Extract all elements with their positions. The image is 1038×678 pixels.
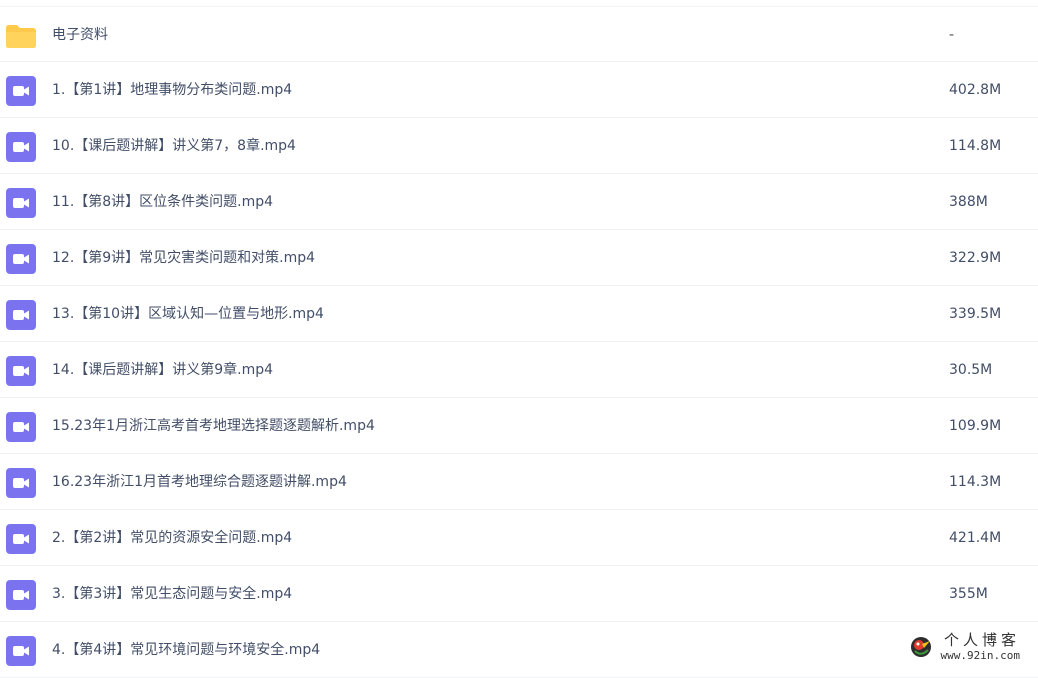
file-size: 114.8M: [949, 138, 1002, 154]
watermark: 个人博客 www.92in.com: [909, 631, 1020, 663]
file-name[interactable]: 16.23年浙江1月首考地理综合题逐题讲解.mp4: [52, 454, 347, 510]
file-row[interactable]: 14.【课后题讲解】讲义第9章.mp4 30.5M: [0, 342, 1038, 398]
file-name[interactable]: 电子资料: [52, 7, 108, 63]
file-row[interactable]: 3.【第3讲】常见生态问题与安全.mp4 355M: [0, 566, 1038, 622]
file-size: 339.5M: [949, 306, 1002, 322]
file-size: 322.9M: [949, 250, 1002, 266]
video-file-icon: [6, 524, 36, 554]
file-row[interactable]: 4.【第4讲】常见环境问题与环境安全.mp4: [0, 622, 1038, 678]
bird-logo-icon: [909, 635, 933, 659]
video-file-icon: [6, 244, 36, 274]
folder-icon: [6, 21, 36, 51]
watermark-text: 个人博客 www.92in.com: [940, 631, 1020, 662]
watermark-title: 个人博客: [943, 631, 1020, 649]
file-name[interactable]: 15.23年1月浙江高考首考地理选择题逐题解析.mp4: [52, 398, 375, 454]
file-name[interactable]: 14.【课后题讲解】讲义第9章.mp4: [52, 342, 273, 398]
file-row[interactable]: 12.【第9讲】常见灾害类问题和对策.mp4 322.9M: [0, 230, 1038, 286]
file-size: 421.4M: [949, 530, 1002, 546]
file-name[interactable]: 2.【第2讲】常见的资源安全问题.mp4: [52, 510, 292, 566]
file-name[interactable]: 10.【课后题讲解】讲义第7，8章.mp4: [52, 118, 296, 174]
file-row[interactable]: 13.【第10讲】区域认知—位置与地形.mp4 339.5M: [0, 286, 1038, 342]
file-name[interactable]: 11.【第8讲】区位条件类问题.mp4: [52, 174, 273, 230]
file-row[interactable]: 11.【第8讲】区位条件类问题.mp4 388M: [0, 174, 1038, 230]
file-name[interactable]: 3.【第3讲】常见生态问题与安全.mp4: [52, 566, 292, 622]
file-size: -: [949, 27, 955, 43]
video-file-icon: [6, 412, 36, 442]
video-file-icon: [6, 468, 36, 498]
file-row-folder[interactable]: 电子资料 -: [0, 6, 1038, 62]
file-name[interactable]: 12.【第9讲】常见灾害类问题和对策.mp4: [52, 230, 315, 286]
file-list: 电子资料 - 1.【第1讲】地理事物分布类问题.mp4 402.8M 10.【课…: [0, 6, 1038, 678]
file-size: 109.9M: [949, 418, 1002, 434]
file-row[interactable]: 10.【课后题讲解】讲义第7，8章.mp4 114.8M: [0, 118, 1038, 174]
file-size: 114.3M: [949, 474, 1002, 490]
file-size: 355M: [949, 586, 988, 602]
file-row[interactable]: 2.【第2讲】常见的资源安全问题.mp4 421.4M: [0, 510, 1038, 566]
file-size: 30.5M: [949, 362, 993, 378]
video-file-icon: [6, 580, 36, 610]
video-file-icon: [6, 76, 36, 106]
file-name[interactable]: 4.【第4讲】常见环境问题与环境安全.mp4: [52, 622, 320, 678]
file-row[interactable]: 16.23年浙江1月首考地理综合题逐题讲解.mp4 114.3M: [0, 454, 1038, 510]
file-name[interactable]: 13.【第10讲】区域认知—位置与地形.mp4: [52, 286, 324, 342]
video-file-icon: [6, 636, 36, 666]
file-name[interactable]: 1.【第1讲】地理事物分布类问题.mp4: [52, 62, 292, 118]
file-size: 402.8M: [949, 82, 1002, 98]
video-file-icon: [6, 132, 36, 162]
video-file-icon: [6, 356, 36, 386]
video-file-icon: [6, 188, 36, 218]
video-file-icon: [6, 300, 36, 330]
watermark-url: www.92in.com: [940, 649, 1020, 662]
file-row[interactable]: 1.【第1讲】地理事物分布类问题.mp4 402.8M: [0, 62, 1038, 118]
file-size: 388M: [949, 194, 988, 210]
file-row[interactable]: 15.23年1月浙江高考首考地理选择题逐题解析.mp4 109.9M: [0, 398, 1038, 454]
